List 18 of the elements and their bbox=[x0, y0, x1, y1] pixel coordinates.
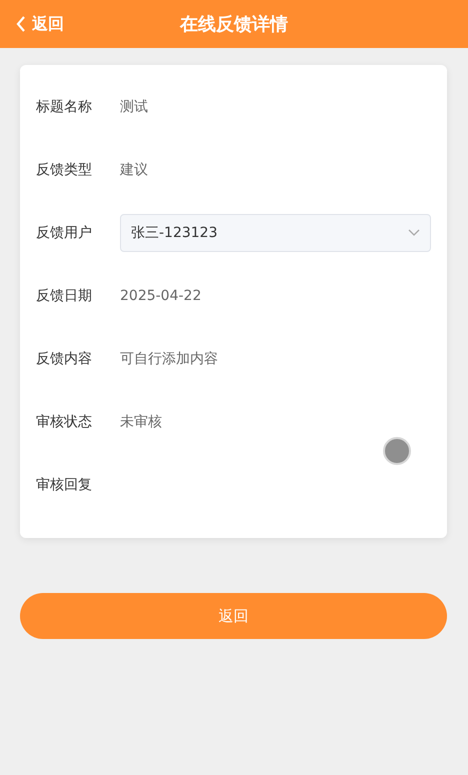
back-button[interactable]: 返回 bbox=[20, 593, 447, 639]
field-label: 反馈内容 bbox=[36, 350, 93, 368]
user-select[interactable]: 张三-123123 bbox=[120, 214, 431, 252]
field-value: 未审核 bbox=[120, 412, 162, 430]
page-title: 在线反馈详情 bbox=[180, 13, 288, 36]
field-label: 反馈日期 bbox=[36, 286, 93, 304]
field-value: 建议 bbox=[120, 160, 148, 178]
field-label: 反馈类型 bbox=[36, 160, 93, 178]
field-label: 审核状态 bbox=[36, 412, 93, 430]
chevron-left-icon bbox=[16, 16, 26, 32]
field-value: 可自行添加内容 bbox=[120, 350, 218, 368]
field-label: 反馈用户 bbox=[36, 224, 93, 242]
field-value: 测试 bbox=[120, 98, 148, 116]
chevron-down-icon bbox=[408, 228, 420, 236]
field-label: 审核回复 bbox=[36, 476, 93, 494]
field-value: 2025-04-22 bbox=[120, 288, 202, 304]
field-label: 标题名称 bbox=[36, 98, 93, 116]
back-button[interactable]: 返回 bbox=[0, 14, 64, 34]
